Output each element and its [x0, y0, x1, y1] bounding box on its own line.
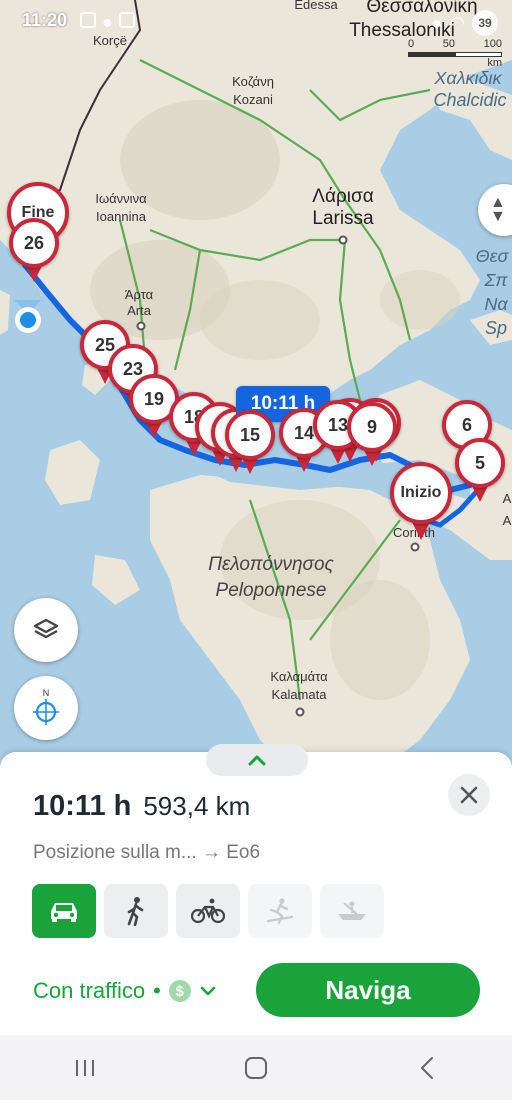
marker-26[interactable]: 26 — [9, 218, 59, 284]
scale-unit: km — [487, 57, 502, 69]
place-label-kalamata: Kalamata — [271, 687, 327, 702]
gallery-icon — [118, 12, 135, 28]
place-label-korce: Korçë — [93, 33, 127, 48]
home-button[interactable] — [216, 1043, 296, 1093]
place-label-thessaly-2: Σπ — [484, 270, 508, 290]
screenshot-icon — [80, 12, 96, 28]
map-view[interactable]: Edessa Θεσσαλονίκη Thessaloniki Korçë Κο… — [0, 0, 512, 770]
route-distance: 593,4 km — [143, 791, 251, 821]
city-dot-corinth — [410, 542, 420, 552]
place-label-ioannina-gr: Ιωάννινα — [95, 191, 147, 206]
place-label-peloponnese-gr: Πελοπόννησος — [208, 554, 334, 575]
status-time: 11:20 — [22, 10, 68, 30]
place-label-thessaly-4: Sp — [484, 318, 508, 338]
marker-5-label: 5 — [455, 438, 505, 488]
scale-label-0: 0 — [408, 38, 415, 50]
place-label-kozani-gr: Κοζάνη — [232, 74, 274, 89]
marker-9-label: 9 — [347, 402, 397, 452]
navigate-button[interactable]: Naviga — [256, 963, 480, 1017]
city-dot-larissa — [338, 235, 348, 245]
svg-text:N: N — [43, 688, 50, 698]
layers-icon — [33, 618, 59, 639]
compass-icon: N — [33, 688, 59, 725]
map-canvas — [0, 0, 512, 770]
marker-start-label: Inizio — [390, 462, 452, 524]
place-label-arta-gr: Άρτα — [124, 287, 154, 302]
scale-label-50: 50 — [442, 38, 455, 50]
mode-boat-button[interactable] — [320, 884, 384, 938]
marker-26-label: 26 — [9, 218, 59, 268]
current-location-icon — [14, 300, 42, 333]
city-dot-kalamata — [295, 707, 305, 717]
ski-icon — [266, 898, 294, 925]
route-summary: 10:11 h 593,4 km — [33, 790, 250, 823]
traffic-selector[interactable]: Con traffico • $ — [33, 978, 217, 1004]
marker-15[interactable]: 15 — [225, 410, 275, 476]
car-icon — [51, 903, 77, 922]
battery-icon: 39 — [472, 10, 498, 36]
route-duration: 10:11 h — [33, 790, 132, 822]
boat-icon — [338, 901, 366, 920]
marker-start[interactable]: Inizio — [390, 462, 452, 542]
up-down-icon: ▲ ▼ — [490, 194, 506, 225]
status-bar: 11:20 ● ● ◠ 39 — [0, 0, 512, 36]
transport-modes — [32, 884, 384, 938]
location-icon: ● — [102, 12, 113, 32]
status-icons: ● — [80, 12, 135, 33]
city-dot-arta — [136, 321, 146, 331]
sheet-expand-handle[interactable] — [206, 744, 308, 776]
place-label-chalkidiki: Chalcidic — [433, 90, 507, 110]
place-label-kalamata-gr: Καλαμάτα — [270, 669, 328, 684]
place-label-chalkidiki-gr: Χαλκιδικ — [434, 68, 502, 88]
marker-9[interactable]: 9 — [347, 402, 397, 468]
back-button[interactable] — [387, 1043, 467, 1093]
close-icon — [460, 786, 478, 804]
place-label-ioannina: Ioannina — [96, 209, 146, 224]
marker-15-label: 15 — [225, 410, 275, 460]
layers-button[interactable] — [14, 598, 78, 662]
home-icon — [244, 1056, 267, 1079]
chevron-down-icon — [200, 986, 216, 996]
recent-apps-icon — [76, 1059, 95, 1076]
close-button[interactable] — [448, 774, 490, 816]
location-status-icon: ● — [431, 12, 443, 33]
place-label-peloponnese: Peloponnese — [215, 580, 327, 601]
traffic-label: Con traffico — [33, 978, 146, 1003]
toll-icon: $ — [168, 980, 191, 1002]
mode-bike-button[interactable] — [176, 884, 240, 938]
scale-bar: 0 50 100 km — [408, 38, 502, 69]
route-sheet: 10:11 h 593,4 km Posizione sulla m... → … — [0, 744, 512, 1035]
chevron-up-icon — [248, 755, 266, 766]
mode-walk-button[interactable] — [104, 884, 168, 938]
place-label-athens-2: A — [502, 513, 512, 528]
wifi-icon: ◠ — [450, 12, 464, 33]
place-label-larisa-gr: Λάρισα — [312, 186, 374, 207]
traffic-separator: • — [153, 978, 161, 1003]
marker-5[interactable]: 5 — [455, 438, 505, 504]
walk-icon — [127, 897, 144, 926]
compass-button[interactable]: N — [14, 676, 78, 740]
bike-icon — [191, 898, 225, 924]
place-label-thessaly-3: Να — [484, 294, 508, 314]
back-icon — [420, 1056, 433, 1079]
place-label-kozani: Kozani — [233, 92, 273, 107]
route-description[interactable]: Posizione sulla m... → Eo6 — [33, 842, 260, 864]
recent-apps-button[interactable] — [45, 1043, 125, 1093]
scale-label-100: 100 — [483, 38, 502, 50]
mode-car-button[interactable] — [32, 884, 96, 938]
place-label-larissa: Larissa — [312, 208, 374, 229]
place-label-arta: Arta — [127, 303, 151, 318]
mode-ski-button[interactable] — [248, 884, 312, 938]
system-nav-bar — [0, 1035, 512, 1100]
place-label-thessaly-1: Θεσ — [475, 246, 509, 266]
